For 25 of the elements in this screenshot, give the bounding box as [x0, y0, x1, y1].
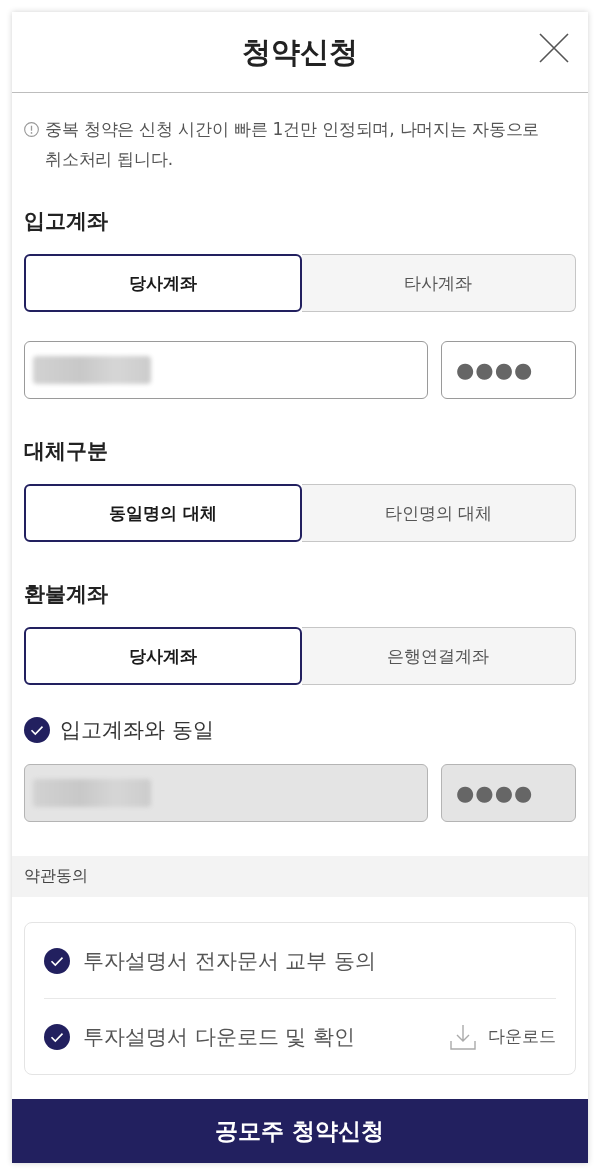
section-label: 입고계좌	[24, 208, 109, 235]
segment-tab[interactable]: 은행연결계좌	[301, 627, 576, 685]
check-circle-icon[interactable]	[44, 1023, 70, 1050]
agreement-label[interactable]: 투자설명서 전자문서 교부 동의	[83, 946, 556, 975]
segment-tab[interactable]: 당사계좌	[24, 254, 302, 312]
segment-tab[interactable]: 타사계좌	[301, 254, 576, 312]
section-label: 대체구분	[24, 438, 109, 465]
download-link[interactable]: 다운로드	[450, 1023, 556, 1050]
segment-tab[interactable]: 타인명의 대체	[301, 484, 576, 542]
checkbox-label[interactable]: 입고계좌와 동일	[60, 717, 214, 743]
segment-tab[interactable]: 동일명의 대체	[24, 484, 302, 542]
download-icon	[450, 1023, 476, 1050]
dialog-title: 청약신청	[242, 34, 358, 71]
check-circle-icon[interactable]	[44, 947, 70, 974]
agreement-label[interactable]: 투자설명서 다운로드 및 확인	[83, 1022, 437, 1051]
section-label: 환불계좌	[24, 581, 109, 608]
exclamation-circle-icon	[24, 122, 39, 137]
close-icon[interactable]	[539, 33, 569, 63]
submit-button[interactable]: 공모주 청약신청	[12, 1099, 588, 1163]
check-circle-icon[interactable]	[24, 717, 50, 743]
password-field[interactable]: ●●●●	[441, 341, 576, 399]
notice-text: 중복 청약은 신청 시간이 빠른 1건만 인정되며, 나머지는 자동으로 취소처리 됩니다.	[45, 118, 541, 171]
segment-tab[interactable]: 당사계좌	[24, 627, 302, 685]
terms-section-title: 약관동의	[24, 866, 88, 887]
account-number-field[interactable]	[24, 341, 428, 399]
